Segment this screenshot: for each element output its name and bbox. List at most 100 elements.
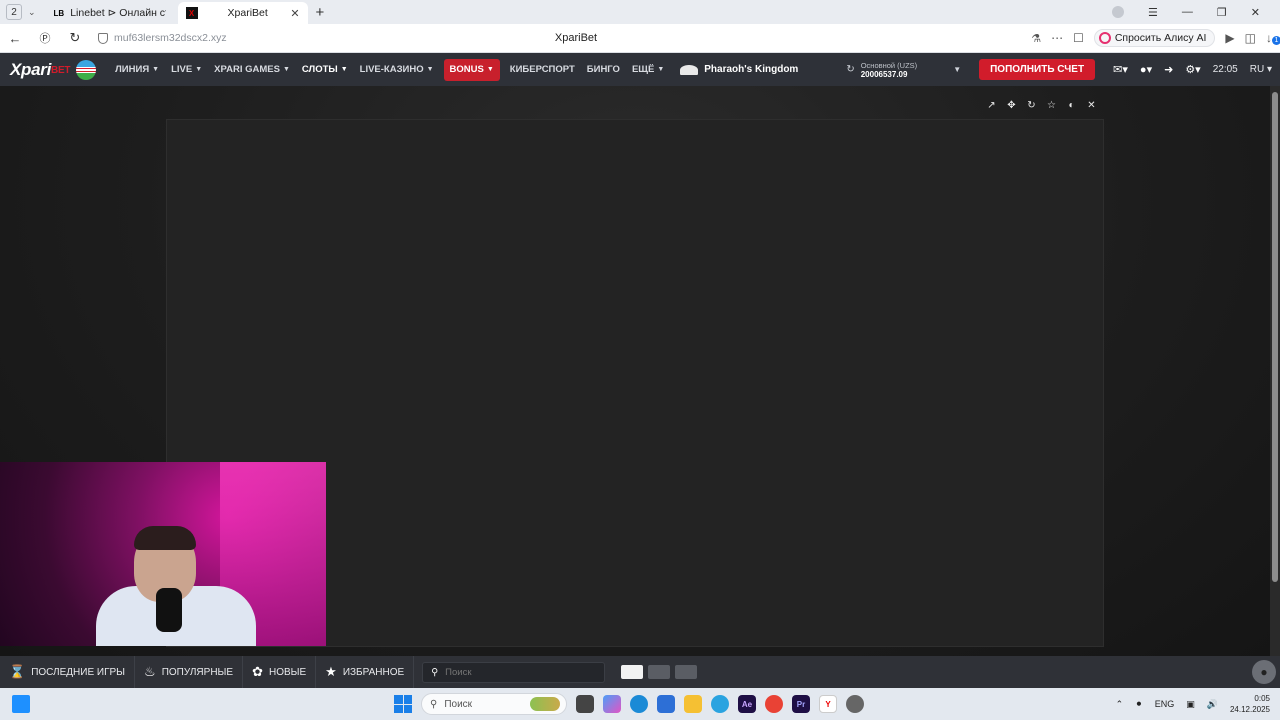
star-icon: ★ (325, 664, 337, 679)
close-window-icon[interactable]: ✕ (1251, 6, 1260, 19)
media-icon[interactable]: ▶ (1225, 31, 1234, 45)
premiere-icon[interactable]: Pr (792, 695, 810, 713)
menu-label: BONUS (449, 64, 484, 75)
logout-icon[interactable]: ➜ (1164, 63, 1173, 76)
game-search-input[interactable] (445, 666, 596, 678)
webcam-overlay (0, 462, 326, 646)
logo-suffix: BET (51, 64, 71, 76)
gear-icon[interactable]: ⚙▾ (1185, 63, 1200, 76)
user-icon[interactable]: ●▾ (1140, 63, 1152, 76)
new-games-button[interactable]: ✿ НОВЫЕ (243, 656, 317, 688)
edge-icon[interactable] (630, 695, 648, 713)
close-game-icon[interactable]: ✕ (1086, 100, 1097, 111)
recent-games-label: ПОСЛЕДНИЕ ИГРЫ (31, 666, 126, 678)
widgets-icon[interactable] (12, 695, 30, 713)
browser-tab-linebet[interactable]: LB Linebet ⊳ Онлайн ставки (46, 2, 174, 24)
browser-tab-xparibet[interactable]: X XpariBet ✕ (177, 2, 308, 24)
task-view-icon[interactable] (576, 695, 594, 713)
reload-game-icon[interactable]: ↻ (1026, 100, 1037, 111)
mail-icon[interactable]: ✉▾ (1113, 63, 1128, 76)
profile-icon[interactable] (1112, 6, 1125, 18)
chevron-down-icon: ▼ (195, 66, 203, 73)
bookmark-icon[interactable]: ☐ (1073, 31, 1084, 45)
popular-games-button[interactable]: ♨ ПОПУЛЯРНЫЕ (135, 656, 244, 688)
featured-game-link[interactable]: Pharaoh's Kingdom (680, 64, 798, 75)
obs-icon[interactable] (846, 695, 864, 713)
ask-alice-button[interactable]: Спросить Алису AI (1093, 29, 1216, 47)
grid-4-button[interactable] (675, 665, 698, 679)
telegram-icon[interactable] (711, 695, 729, 713)
flame-icon: ♨ (144, 664, 156, 679)
minimize-icon[interactable]: — (1182, 6, 1193, 18)
open-external-icon[interactable]: ↗ (986, 100, 997, 111)
move-icon[interactable]: ✥ (1006, 100, 1017, 111)
game-search-field[interactable]: ⚲ (422, 661, 606, 683)
volume-icon[interactable]: 🔊 (1207, 699, 1218, 710)
maximize-icon[interactable]: ❐ (1217, 6, 1227, 19)
microphone-icon[interactable]: ⚫ (1135, 699, 1143, 710)
browser-tab-bar: 2 ⌄ LB Linebet ⊳ Онлайн ставки X XpariBe… (0, 0, 1280, 24)
deposit-button[interactable]: ПОПОЛНИТЬ СЧЕТ (979, 59, 1096, 80)
refresh-icon[interactable]: ↻ (846, 64, 854, 75)
store-icon[interactable] (657, 695, 675, 713)
favorites-button[interactable]: ★ ИЗБРАННОЕ (316, 656, 415, 688)
translate-icon[interactable]: ⚗ (1031, 32, 1041, 45)
address-bar: ← Ⓟ ↻ muf63lersm32dscx2.xyz XpariBet ⚗ ⋯… (0, 24, 1280, 53)
language-indicator[interactable]: ENG (1155, 699, 1175, 709)
network-icon[interactable]: ▣ (1186, 699, 1195, 710)
after-effects-icon[interactable]: Ae (738, 695, 756, 713)
menu-item-bonus[interactable]: BONUS ▼ (443, 58, 500, 81)
language-selector[interactable]: RU ▾ (1250, 64, 1272, 75)
grid-1-button[interactable] (621, 665, 644, 679)
file-explorer-icon[interactable] (684, 695, 702, 713)
back-icon[interactable]: ← (0, 31, 30, 46)
support-avatar-button[interactable]: ● (1252, 660, 1276, 684)
tab-count-badge[interactable]: 2 (6, 4, 22, 20)
windows-start-icon[interactable] (394, 695, 412, 713)
menu-item-slots[interactable]: СЛОТЫ ▼ (296, 64, 354, 75)
more-icon[interactable]: ⋯ (1051, 31, 1063, 45)
menu-item-xpari-games[interactable]: XPARI GAMES ▼ (208, 64, 296, 75)
taskbar-search[interactable]: ⚲ Поиск (421, 693, 567, 715)
menu-item-more[interactable]: ЕЩЁ ▼ (626, 64, 670, 75)
chevron-up-icon[interactable]: ⌃ (1116, 699, 1124, 710)
menu-item-bingo[interactable]: БИНГО (581, 64, 626, 75)
url-text: muf63lersm32dscx2.xyz (114, 32, 227, 44)
recent-games-button[interactable]: ⌛ ПОСЛЕДНИЕ ИГРЫ (0, 656, 136, 688)
menu-item-live-casino[interactable]: LIVE-КАЗИНО ▼ (354, 64, 440, 75)
balance-selector[interactable]: ↻ Основной (UZS) 20006537.09 ▼ (846, 61, 961, 79)
scrollbar-thumb[interactable] (1272, 92, 1278, 582)
collections-icon[interactable]: ◫ (1245, 31, 1256, 45)
page-scrollbar[interactable] (1270, 86, 1280, 656)
yandex-browser-icon[interactable]: Y (819, 695, 837, 713)
main-menu: ЛИНИЯ ▼ LIVE ▼ XPARI GAMES ▼ СЛОТЫ ▼ LIVE-КА… (109, 58, 670, 81)
menu-item-live[interactable]: LIVE ▼ (165, 64, 208, 75)
clock-time: 0:05 (1254, 694, 1270, 703)
uzbekistan-flag-icon[interactable] (76, 59, 97, 80)
chevron-down-icon[interactable]: ⌄ (28, 7, 36, 18)
menu-label: LIVE-КАЗИНО (359, 64, 424, 75)
copilot-icon[interactable] (603, 695, 621, 713)
chevron-down-icon[interactable]: ▼ (953, 65, 961, 74)
new-tab-icon[interactable]: + (316, 4, 325, 21)
menu-label: ЕЩЁ (631, 64, 655, 75)
window-controls: ☰ — ❐ ✕ (1112, 6, 1260, 19)
games-toolbar: ⌛ ПОСЛЕДНИЕ ИГРЫ ♨ ПОПУЛЯРНЫЕ ✿ НОВЫЕ ★ … (0, 656, 1280, 688)
downloads-icon[interactable]: ↓ 1 (1266, 31, 1280, 45)
microphone (156, 588, 182, 632)
protect-icon[interactable]: Ⓟ (30, 30, 60, 46)
reload-icon[interactable]: ↻ (60, 30, 90, 46)
star-icon[interactable]: ☆ (1046, 100, 1057, 111)
favorites-label: ИЗБРАННОЕ (342, 666, 405, 678)
chrome-icon[interactable] (765, 695, 783, 713)
windows-taskbar: ⚲ Поиск Ae Pr Y ⌃ ⚫ ENG ▣ 🔊 0:05 24.12.2… (0, 688, 1280, 720)
menu-icon[interactable]: ☰ (1148, 6, 1158, 19)
grid-2-button[interactable] (648, 665, 671, 679)
url-field[interactable]: muf63lersm32dscx2.xyz (98, 32, 227, 44)
close-tab-icon[interactable]: ✕ (290, 7, 299, 20)
toggle-icon[interactable]: ◐ (1066, 100, 1077, 111)
menu-item-esports[interactable]: КИБЕРСПОРТ (504, 64, 581, 75)
menu-item-line[interactable]: ЛИНИЯ ▼ (109, 64, 165, 75)
taskbar-clock[interactable]: 0:05 24.12.2025 (1230, 693, 1270, 715)
site-logo[interactable]: XpariBET (10, 60, 70, 80)
